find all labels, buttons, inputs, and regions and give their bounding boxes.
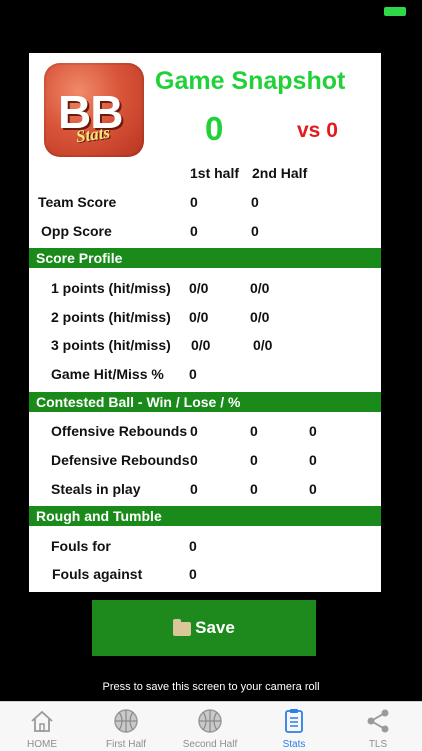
tab-first-half[interactable]: First Half — [84, 702, 168, 751]
save-button[interactable]: Save — [92, 600, 316, 656]
section-header-score-profile: Score Profile — [29, 248, 381, 268]
offensive-rebounds-pct: 0 — [309, 423, 317, 439]
basketball-icon — [198, 709, 222, 733]
one-points-label: 1 points (hit/miss) — [51, 280, 171, 296]
tab-stats[interactable]: Stats — [252, 702, 336, 751]
game-hit-miss-value: 0 — [189, 366, 197, 382]
home-icon — [31, 710, 53, 732]
team-score-first: 0 — [190, 194, 198, 210]
tab-first-half-label: First Half — [106, 739, 146, 750]
defensive-rebounds-lose: 0 — [250, 452, 258, 468]
team-score-display: 0 — [205, 110, 224, 147]
folder-icon — [173, 619, 192, 636]
section-header-rough-tumble: Rough and Tumble — [29, 506, 381, 526]
tab-bar: HOME First Half Second Half Stats TLS — [0, 701, 422, 751]
fouls-against-value: 0 — [189, 566, 197, 582]
steals-win: 0 — [190, 481, 198, 497]
fouls-against-label: Fouls against — [52, 566, 143, 582]
tab-tls-label: TLS — [368, 739, 388, 750]
section-header-label: Score Profile — [36, 250, 123, 266]
three-points-label: 3 points (hit/miss) — [51, 337, 171, 353]
section-header-label: Contested Ball - Win / Lose / % — [36, 394, 241, 410]
two-points-first: 0/0 — [189, 309, 209, 325]
fouls-for-value: 0 — [189, 538, 197, 554]
fouls-for-label: Fouls for — [51, 538, 111, 554]
share-icon — [367, 709, 389, 733]
two-points-label: 2 points (hit/miss) — [51, 309, 171, 325]
defensive-rebounds-win: 0 — [190, 452, 198, 468]
tab-home-label: HOME — [27, 739, 57, 750]
tab-second-half-label: Second Half — [182, 739, 238, 750]
section-header-label: Rough and Tumble — [36, 508, 162, 524]
section-header-contested-ball: Contested Ball - Win / Lose / % — [29, 392, 381, 412]
save-button-label: Save — [195, 618, 235, 637]
offensive-rebounds-lose: 0 — [250, 423, 258, 439]
defensive-rebounds-label: Defensive Rebounds — [51, 452, 190, 468]
save-hint: Press to save this screen to your camera… — [102, 681, 320, 693]
offensive-rebounds-win: 0 — [190, 423, 198, 439]
clipboard-icon — [285, 709, 303, 733]
two-points-second: 0/0 — [250, 309, 270, 325]
opp-score-first: 0 — [190, 223, 198, 239]
team-score-second: 0 — [251, 194, 259, 210]
steals-label: Steals in play — [51, 481, 141, 497]
battery-indicator — [384, 7, 406, 16]
page-title: Game Snapshot — [155, 67, 346, 95]
tab-home[interactable]: HOME — [0, 702, 84, 751]
tab-second-half[interactable]: Second Half — [168, 702, 252, 751]
offensive-rebounds-label: Offensive Rebounds — [51, 423, 188, 439]
basketball-icon — [114, 709, 138, 733]
column-header-first-half: 1st half — [190, 165, 240, 181]
one-points-second: 0/0 — [250, 280, 270, 296]
tab-stats-label: Stats — [282, 739, 306, 750]
tab-tls[interactable]: TLS — [336, 702, 420, 751]
column-header-second-half: 2nd Half — [252, 165, 308, 181]
snapshot-card: BB Stats Game Snapshot 0 vs 0 1st half 2… — [29, 53, 381, 592]
game-hit-miss-label: Game Hit/Miss % — [51, 366, 164, 382]
defensive-rebounds-pct: 0 — [309, 452, 317, 468]
one-points-first: 0/0 — [189, 280, 209, 296]
three-points-second: 0/0 — [253, 337, 273, 353]
steals-lose: 0 — [250, 481, 258, 497]
opp-score-label: Opp Score — [41, 223, 112, 239]
logo-subtext: Stats — [74, 122, 112, 147]
steals-pct: 0 — [309, 481, 317, 497]
app-logo: BB Stats — [44, 63, 144, 157]
three-points-first: 0/0 — [191, 337, 211, 353]
opp-score-display: vs 0 — [297, 119, 338, 142]
team-score-label: Team Score — [38, 194, 117, 210]
opp-score-second: 0 — [251, 223, 259, 239]
